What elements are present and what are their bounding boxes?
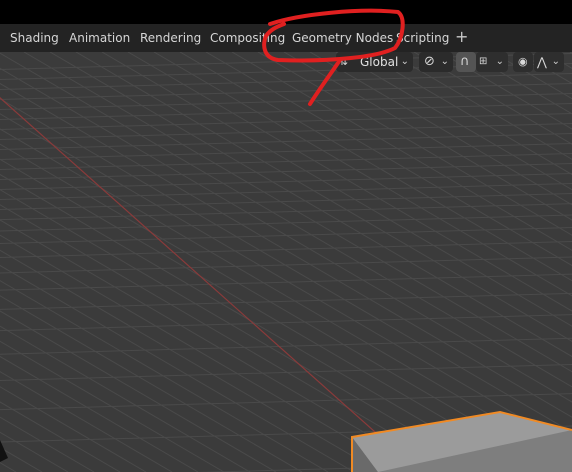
- annotation-circle: [262, 8, 405, 106]
